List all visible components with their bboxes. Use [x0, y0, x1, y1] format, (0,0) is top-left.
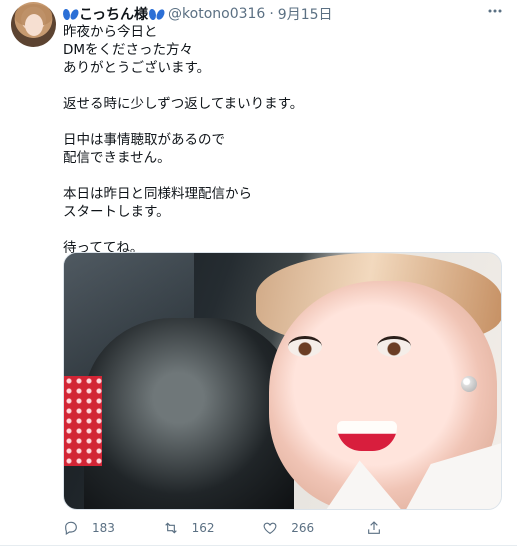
display-name-text: こっちん様 [79, 7, 149, 23]
user-handle[interactable]: @kotono0316 [168, 6, 265, 22]
share-icon [367, 521, 380, 534]
tweet-paragraph: 返せる時に少しずつ返してまいります。 [63, 96, 304, 112]
photo-earring [461, 376, 477, 392]
avatar[interactable] [11, 2, 56, 47]
date-separator: · [269, 6, 274, 22]
retweet-count: 162 [191, 521, 215, 535]
photo-car-seat [84, 318, 294, 509]
tweet-header: こっちん様 @kotono0316 · 9月15日 [63, 5, 333, 23]
butterfly-icon [63, 8, 78, 21]
tweet-paragraph: 本日は昨日と同様料理配信から スタートします。 [63, 186, 252, 220]
avatar-face [25, 14, 43, 36]
tweet-actions: 183 162 266 [63, 518, 463, 538]
tweet-date[interactable]: 9月15日 [278, 4, 333, 24]
more-options-icon[interactable] [483, 2, 507, 22]
share-button[interactable] [366, 520, 463, 536]
like-count: 266 [291, 521, 315, 535]
reply-button[interactable]: 183 [63, 520, 163, 536]
tweet-text: 昨夜から今日と DMをくださった方々 ありがとうございます。 返せる時に少しずつ… [63, 23, 493, 257]
tweet-paragraph: 日中は事情聴取があるので 配信できません。 [63, 132, 225, 166]
tweet-card: こっちん様 @kotono0316 · 9月15日 昨夜から今日と DMをくださ… [0, 0, 517, 546]
butterfly-icon [149, 8, 164, 21]
photo-left-eye [288, 336, 322, 357]
photo-red-pattern [64, 376, 102, 466]
retweet-icon [164, 522, 177, 534]
reply-icon [65, 521, 77, 536]
like-button[interactable]: 266 [262, 520, 366, 536]
retweet-button[interactable]: 162 [163, 520, 263, 536]
user-display-name[interactable]: こっちん様 [63, 4, 164, 24]
heart-icon [263, 522, 277, 534]
tweet-photo[interactable] [63, 252, 502, 510]
tweet-paragraph: 昨夜から今日と DMをくださった方々 ありがとうございます。 [63, 24, 211, 76]
photo-right-eye [377, 336, 411, 357]
reply-count: 183 [92, 521, 115, 535]
